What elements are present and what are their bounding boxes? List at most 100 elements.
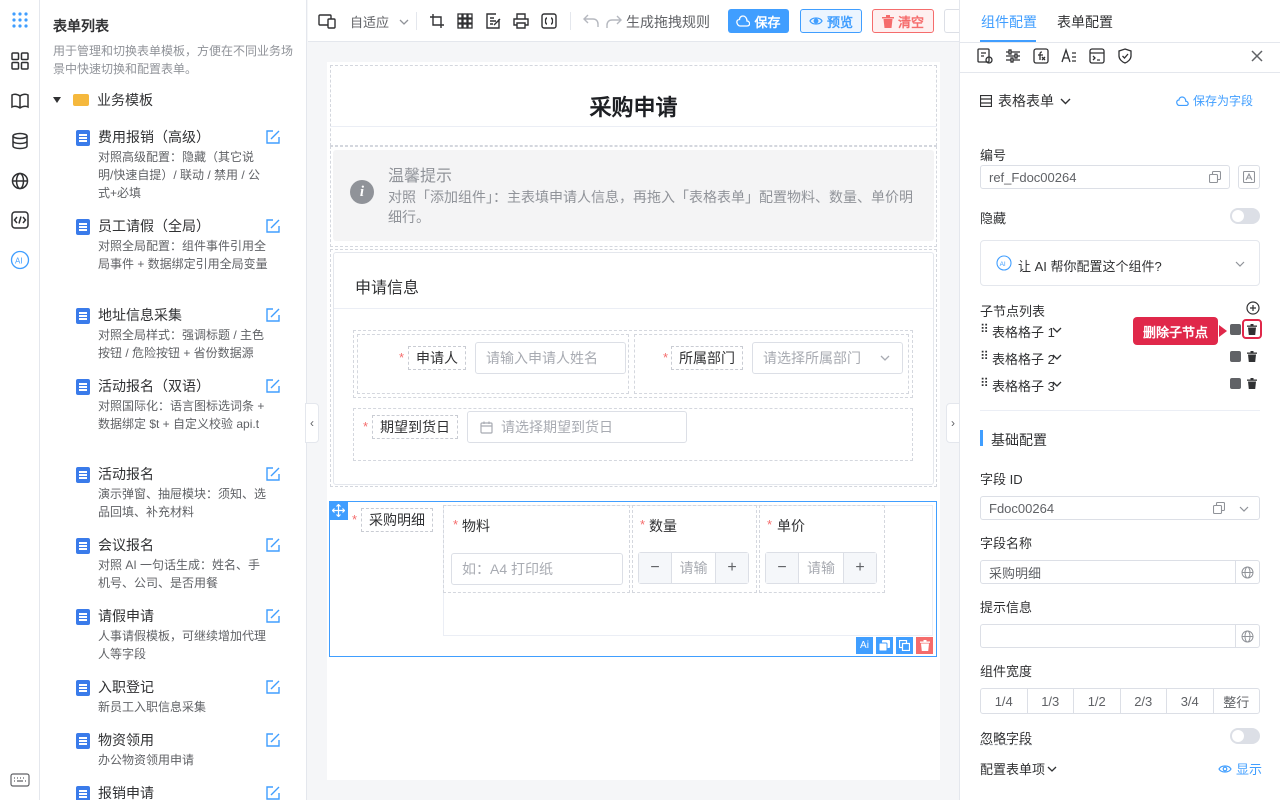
close-icon[interactable]: [1251, 50, 1263, 62]
width-option[interactable]: 3/4: [1167, 689, 1214, 713]
book-icon[interactable]: [10, 91, 30, 111]
ai-assistant-icon[interactable]: AI: [10, 250, 30, 270]
add-child-icon[interactable]: [1246, 301, 1260, 315]
chevron-down-icon[interactable]: [1052, 327, 1062, 333]
width-option[interactable]: 2/3: [1121, 689, 1167, 713]
grid-icon[interactable]: [456, 12, 474, 30]
field-name-input[interactable]: 采购明细: [980, 560, 1260, 584]
template-desc: 对照 AI 一句话生成：姓名、手机号、公司、是否用餐: [98, 558, 261, 590]
database-icon[interactable]: [10, 131, 30, 151]
drag-grip-icon[interactable]: ⠿: [980, 322, 989, 336]
json-icon[interactable]: [540, 12, 558, 30]
width-option[interactable]: 1/4: [981, 689, 1028, 713]
width-option[interactable]: 1/2: [1074, 689, 1121, 713]
drag-grip-icon[interactable]: ⠿: [980, 349, 989, 363]
app-grid-icon[interactable]: [10, 10, 30, 30]
ai-config-icon[interactable]: Ai: [856, 637, 873, 654]
copy-child-icon[interactable]: [1230, 378, 1241, 389]
copy-icon[interactable]: [1213, 502, 1225, 514]
trash-icon[interactable]: [1247, 378, 1257, 389]
undo-icon[interactable]: [582, 12, 600, 30]
doc-icon: [76, 379, 90, 395]
price-plus-button[interactable]: +: [843, 553, 876, 583]
ignore-field-toggle[interactable]: [1230, 728, 1260, 744]
mode-select[interactable]: 自适应: [350, 12, 409, 31]
components-icon[interactable]: [10, 51, 30, 71]
copy-child-icon[interactable]: [1230, 324, 1241, 335]
edit-icon[interactable]: [265, 466, 281, 482]
chevron-down-icon[interactable]: [1239, 506, 1249, 512]
delete-icon[interactable]: [916, 637, 933, 654]
copy-icon[interactable]: [876, 637, 893, 654]
tab-form-config[interactable]: 表单配置: [1057, 12, 1113, 32]
more-button[interactable]: [944, 9, 959, 33]
edit-icon[interactable]: [265, 537, 281, 553]
save-as-field-button[interactable]: 保存为字段: [1176, 92, 1253, 109]
width-option[interactable]: 1/3: [1028, 689, 1074, 713]
collapse-left-handle[interactable]: ‹: [305, 403, 319, 443]
child-item[interactable]: ⠿ 表格格子 2: [980, 349, 1260, 369]
delete-child-button[interactable]: [1242, 319, 1262, 339]
code-icon[interactable]: [10, 210, 30, 230]
show-toggle-button[interactable]: 显示: [1218, 759, 1262, 778]
generate-rule-button[interactable]: 生成拖拽规则: [606, 12, 710, 32]
edit-icon[interactable]: [265, 218, 281, 234]
clear-button[interactable]: 清空: [872, 9, 934, 33]
device-icon[interactable]: [318, 12, 336, 30]
template-group[interactable]: 业务模板: [53, 90, 153, 110]
material-input[interactable]: 如：A4 打印纸: [451, 553, 623, 585]
edit-icon[interactable]: [265, 732, 281, 748]
qty-plus-button[interactable]: +: [715, 553, 748, 583]
tab-component-config[interactable]: 组件配置: [981, 12, 1037, 32]
duplicate-icon[interactable]: [896, 637, 913, 654]
edit-icon[interactable]: [265, 608, 281, 624]
edit-icon[interactable]: [265, 679, 281, 695]
drag-grip-icon[interactable]: ⠿: [980, 376, 989, 390]
width-option[interactable]: 整行: [1214, 689, 1260, 713]
trash-icon[interactable]: [1247, 351, 1257, 362]
code-input[interactable]: ref_Fdoc00264: [980, 165, 1230, 189]
date-picker[interactable]: 请选择期望到货日: [467, 411, 687, 443]
form-settings-icon[interactable]: [977, 48, 993, 64]
function-icon[interactable]: [1033, 48, 1049, 64]
edit-icon[interactable]: [265, 785, 281, 800]
browser-code-icon[interactable]: [1089, 48, 1105, 64]
hint-input[interactable]: [980, 624, 1260, 648]
component-type-select[interactable]: 表格表单: [980, 91, 1071, 111]
preview-button[interactable]: 预览: [800, 9, 862, 33]
applicant-input[interactable]: 请输入申请人姓名: [475, 342, 626, 374]
chevron-down-icon[interactable]: [1052, 354, 1062, 360]
price-minus-button[interactable]: −: [766, 553, 799, 583]
print-icon[interactable]: [512, 12, 530, 30]
edit-icon[interactable]: [265, 129, 281, 145]
text-format-button[interactable]: [1238, 165, 1260, 189]
copy-icon[interactable]: [1209, 171, 1221, 183]
config-items-toggle[interactable]: 配置表单项: [980, 759, 1057, 778]
copy-child-icon[interactable]: [1230, 351, 1241, 362]
qty-input[interactable]: 请输: [672, 553, 715, 583]
hidden-toggle[interactable]: [1230, 208, 1260, 224]
drag-handle-icon[interactable]: [329, 501, 348, 520]
i18n-button[interactable]: [1235, 561, 1259, 583]
collapse-right-handle[interactable]: ›: [946, 403, 960, 443]
edit-icon[interactable]: [265, 378, 281, 394]
field-id-input[interactable]: Fdoc00264: [980, 496, 1260, 520]
shield-icon[interactable]: [1117, 48, 1133, 64]
keyboard-icon[interactable]: [10, 770, 30, 790]
text-style-icon[interactable]: [1061, 48, 1077, 64]
price-input[interactable]: 请输: [799, 553, 843, 583]
edit-doc-icon[interactable]: [484, 12, 502, 30]
child-item[interactable]: ⠿ 表格格子 3: [980, 376, 1260, 396]
dept-select[interactable]: 请选择所属部门: [752, 342, 903, 374]
sliders-icon[interactable]: [1005, 48, 1021, 64]
i18n-button[interactable]: [1235, 625, 1259, 647]
qty-stepper[interactable]: − 请输 +: [638, 552, 749, 584]
globe-icon[interactable]: [10, 171, 30, 191]
save-button[interactable]: 保存: [728, 9, 789, 33]
chevron-down-icon[interactable]: [1052, 381, 1062, 387]
qty-minus-button[interactable]: −: [639, 553, 672, 583]
price-stepper[interactable]: − 请输 +: [765, 552, 877, 584]
crop-icon[interactable]: [428, 12, 446, 30]
edit-icon[interactable]: [265, 307, 281, 323]
ai-config-prompt[interactable]: AI 让 AI 帮你配置这个组件?: [980, 240, 1260, 286]
